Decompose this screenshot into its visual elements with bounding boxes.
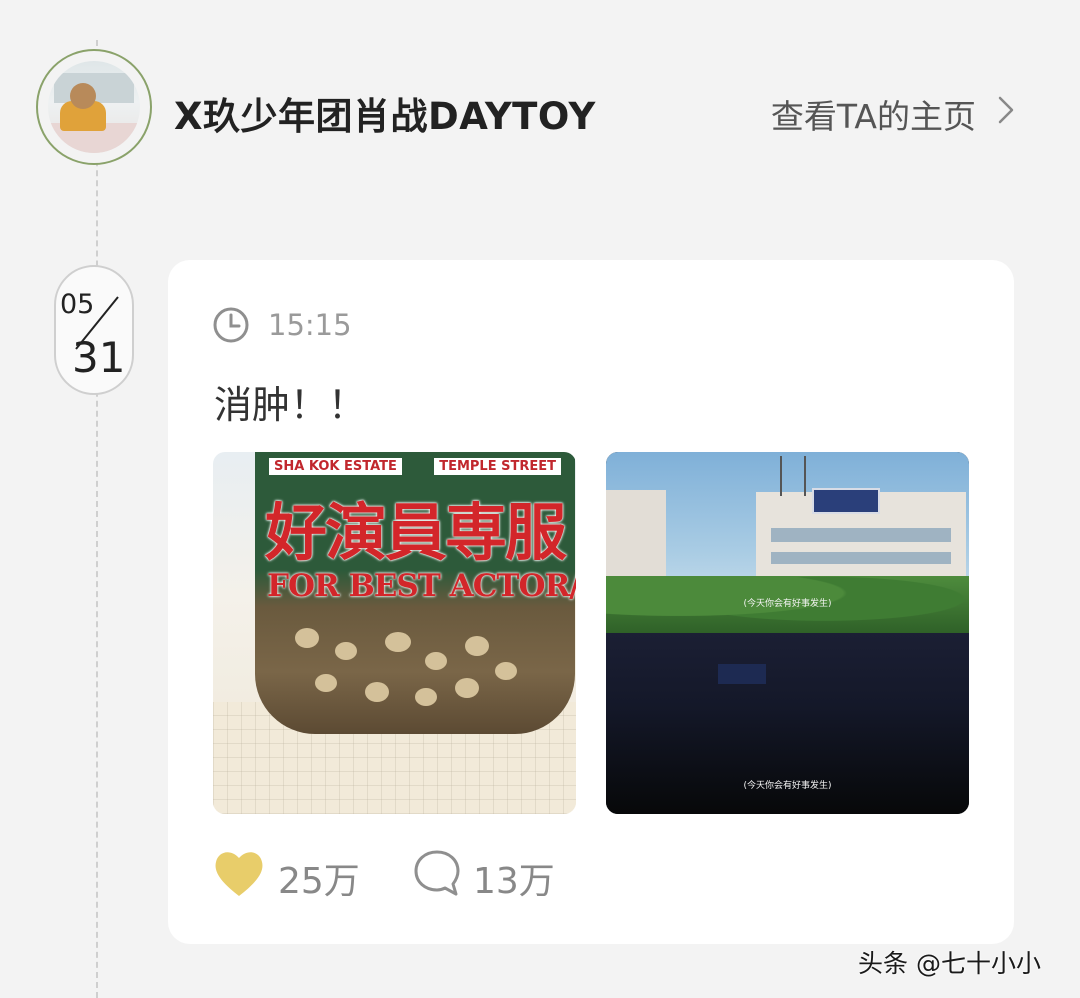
timeline-line [96,40,98,998]
image-caption-top: (今天你会有好事发生) [743,599,832,609]
jar: SHA KOK ESTATE TEMPLE STREET 好演員専服 FOR B… [255,452,576,734]
watermark: 头条 @七十小小 [858,949,1041,978]
post-image-jar[interactable]: SHA KOK ESTATE TEMPLE STREET 好演員専服 FOR B… [213,452,576,814]
chevron-right-icon[interactable] [990,94,1022,126]
avatar[interactable] [36,49,152,165]
username[interactable]: X玖少年团肖战DAYTOY [174,86,596,140]
post-image-city[interactable]: (今天你会有好事发生) (今天你会有好事发生) [606,452,969,814]
date-badge: 05 31 [54,265,134,395]
post-time: 15:15 [268,308,352,342]
like-count: 25万 [278,861,360,902]
city-night-sign [718,664,766,684]
heart-icon[interactable] [212,848,266,898]
jar-label-left: SHA KOK ESTATE [269,458,402,475]
city-sign [812,488,880,514]
avatar-image [48,61,140,153]
post-card[interactable]: 15:15 消肿！！ SHA KOK ESTATE TEMPLE STREET … [168,260,1014,944]
clock-icon [213,307,249,343]
image-caption-bottom: (今天你会有好事发生) [743,781,832,791]
jar-title: 好演員専服 [265,496,567,569]
jar-subtitle: FOR BEST ACTOR/RESS [267,568,576,604]
jar-label-right: TEMPLE STREET [434,458,561,475]
comment-count: 13万 [473,861,555,902]
date-day: 31 [72,333,126,382]
comment-icon[interactable] [412,848,462,898]
view-profile-label[interactable]: 查看TA的主页 [771,90,976,138]
post-text: 消肿！！ [214,383,367,427]
